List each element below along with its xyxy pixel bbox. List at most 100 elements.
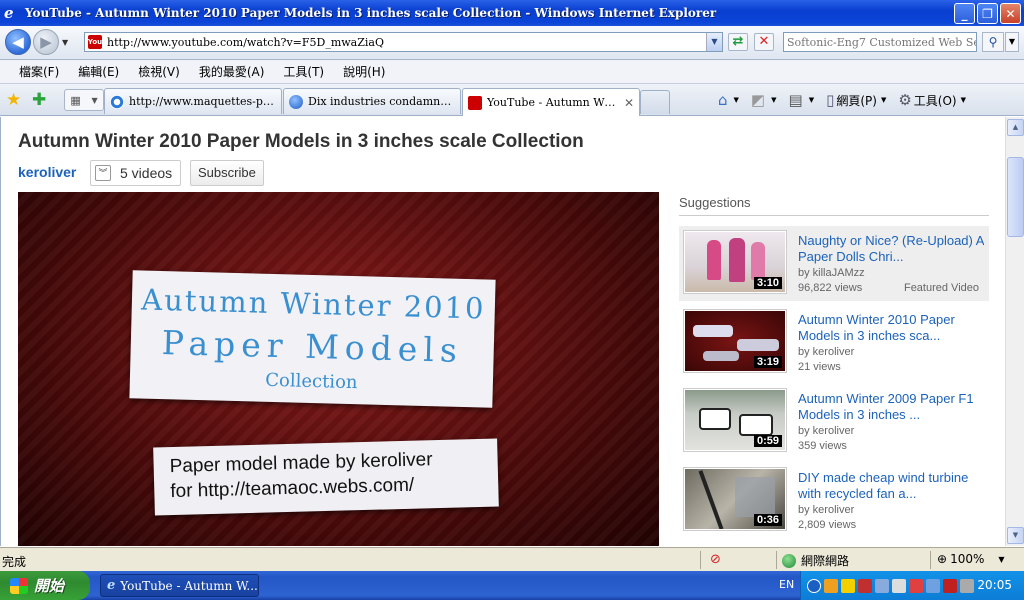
zone-label: 網際網路 <box>801 554 850 568</box>
f1-model <box>739 414 773 436</box>
zoom-magnifier-icon: ⊕ <box>937 552 948 566</box>
suggestion-item[interactable]: 0:59 Autumn Winter 2009 Paper F1 Models … <box>679 384 989 459</box>
taskbar-item-label: YouTube - Autumn W... <box>120 578 258 593</box>
page-icon: ▯ <box>826 91 835 109</box>
tab-maquettes[interactable]: http://www.maquettes-papier.... <box>104 88 282 114</box>
page-menu-button[interactable]: ▯ 網頁(P) ▼ <box>826 91 886 109</box>
tray-app-icon[interactable] <box>858 578 872 593</box>
quick-tabs-icon: ▦ <box>70 93 81 107</box>
page-content: Autumn Winter 2010 Paper Models in 3 inc… <box>0 117 1005 546</box>
search-box[interactable] <box>783 32 977 52</box>
maximize-button[interactable]: ❐ <box>977 3 998 24</box>
start-label: 開始 <box>34 577 65 595</box>
channel-link[interactable]: keroliver <box>18 164 76 180</box>
suggestion-title[interactable]: DIY made cheap wind turbine with recycle… <box>798 470 984 502</box>
doll-figure <box>729 238 745 282</box>
address-input[interactable] <box>107 35 687 49</box>
car-model <box>737 339 779 351</box>
address-dropdown-icon[interactable]: ▼ <box>706 33 722 51</box>
status-divider <box>930 551 931 569</box>
rss-feed-icon: ◩ <box>750 91 766 109</box>
refresh-button[interactable]: ⇄ <box>728 33 748 51</box>
window-title: YouTube - Autumn Winter 2010 Paper Model… <box>25 6 717 20</box>
popup-blocked-icon[interactable]: ⊘ <box>710 552 721 567</box>
start-button[interactable]: 開始 <box>0 571 90 600</box>
title-card: Autumn Winter 2010 Paper Models Collecti… <box>129 270 496 408</box>
tray-app-icon[interactable] <box>960 578 974 593</box>
expand-chevron-icon: ︾ <box>95 165 111 181</box>
home-button[interactable]: ⌂ ▼ <box>718 91 739 109</box>
menu-help[interactable]: 說明(H) <box>343 63 385 80</box>
network-icon[interactable] <box>875 578 889 593</box>
status-divider <box>700 551 701 569</box>
title-bar[interactable]: e YouTube - Autumn Winter 2010 Paper Mod… <box>0 0 1024 26</box>
menu-edit[interactable]: 編輯(E) <box>78 63 119 80</box>
search-input[interactable] <box>787 35 976 49</box>
tray-app-icon[interactable] <box>824 578 838 593</box>
tab-list-dropdown-icon[interactable]: ▼ <box>91 96 97 105</box>
video-thumbnail[interactable]: 0:59 <box>683 388 787 452</box>
add-favorite-icon[interactable]: ✚ <box>32 90 46 110</box>
suggestion-author: by killaJAMzz <box>798 267 865 279</box>
close-button[interactable]: ✕ <box>1000 3 1021 24</box>
video-thumbnail[interactable]: 3:10 <box>683 230 787 294</box>
search-button[interactable]: ⚲ <box>982 32 1004 52</box>
zoom-dropdown-icon[interactable]: ▼ <box>998 555 1004 564</box>
tray-app-icon[interactable] <box>892 578 906 593</box>
suggestion-title[interactable]: Autumn Winter 2009 Paper F1 Models in 3 … <box>798 391 984 423</box>
video-thumbnail[interactable]: 0:36 <box>683 467 787 531</box>
language-indicator[interactable]: EN <box>779 578 794 591</box>
window-controls: _ ❐ ✕ <box>954 3 1021 24</box>
scroll-up-icon[interactable]: ▲ <box>1007 119 1024 136</box>
menu-file[interactable]: 檔案(F) <box>19 63 59 80</box>
new-tab-button[interactable] <box>640 90 670 114</box>
tray-app-icon[interactable] <box>926 578 940 593</box>
tray-expand-icon[interactable] <box>807 578 821 593</box>
security-zone[interactable]: 網際網路 <box>782 552 849 569</box>
menu-view[interactable]: 檢視(V) <box>138 63 180 80</box>
history-dropdown-icon[interactable]: ▼ <box>62 38 68 47</box>
zoom-control[interactable]: ⊕ 100% ▼ <box>937 552 1005 566</box>
stop-button[interactable]: ✕ <box>754 33 774 51</box>
subscribe-button[interactable]: Subscribe <box>190 160 264 186</box>
close-tab-icon[interactable]: ✕ <box>624 96 634 110</box>
zoom-level: 100% <box>950 552 985 566</box>
vertical-scrollbar[interactable]: ▲ ▼ <box>1005 117 1024 546</box>
video-player[interactable]: Autumn Winter 2010 Paper Models Collecti… <box>18 192 659 546</box>
tab-dix-industries[interactable]: Dix industries condamnées [S1... <box>283 88 461 114</box>
menu-favorites[interactable]: 我的最愛(A) <box>199 63 265 80</box>
video-thumbnail[interactable]: 3:19 <box>683 309 787 373</box>
printer-icon: ▤ <box>788 91 803 109</box>
volume-muted-icon[interactable] <box>909 578 923 593</box>
tray-app-icon[interactable] <box>943 578 957 593</box>
back-button[interactable]: ◀ <box>5 29 31 55</box>
suggestion-title[interactable]: Autumn Winter 2010 Paper Models in 3 inc… <box>798 312 984 344</box>
clock[interactable]: 20:05 <box>977 578 1012 592</box>
scroll-down-icon[interactable]: ▼ <box>1007 527 1024 544</box>
security-shield-icon[interactable] <box>841 578 855 593</box>
suggestion-views: 359 views <box>798 440 847 452</box>
suggestion-item[interactable]: 0:36 DIY made cheap wind turbine with re… <box>679 463 989 538</box>
tab-label: Dix industries condamnées [S1... <box>308 95 455 108</box>
suggestion-title[interactable]: Naughty or Nice? (Re-Upload) A Paper Dol… <box>798 233 984 265</box>
tools-menu-button[interactable]: ⚙ 工具(O) ▼ <box>898 91 966 109</box>
channel-videos-button[interactable]: ︾ 5 videos <box>90 160 182 186</box>
tab-label: http://www.maquettes-papier.... <box>129 95 276 108</box>
internet-globe-icon <box>782 553 796 568</box>
video-duration: 3:19 <box>753 356 782 368</box>
print-button[interactable]: ▤ ▼ <box>789 91 815 109</box>
quick-tabs-button[interactable]: ▦ ▼ <box>64 89 104 111</box>
scroll-thumb[interactable] <box>1007 157 1024 237</box>
taskbar-ie-window[interactable]: e YouTube - Autumn W... <box>100 574 259 597</box>
tab-youtube[interactable]: YouTube - Autumn Winte... ✕ <box>462 88 640 116</box>
address-bar[interactable]: You ▼ <box>84 32 723 52</box>
search-options-icon[interactable]: ▼ <box>1005 32 1019 52</box>
minimize-button[interactable]: _ <box>954 3 975 24</box>
feeds-button[interactable]: ◩ ▼ <box>751 91 777 109</box>
suggestion-item[interactable]: 3:10 Naughty or Nice? (Re-Upload) A Pape… <box>679 226 989 301</box>
favorites-star-icon[interactable]: ★ <box>6 90 21 110</box>
forward-button[interactable]: ▶ <box>33 29 59 55</box>
card-line-1: Autumn Winter 2010 <box>140 282 486 326</box>
menu-tools[interactable]: 工具(T) <box>283 63 324 80</box>
suggestion-item[interactable]: 3:19 Autumn Winter 2010 Paper Models in … <box>679 305 989 380</box>
